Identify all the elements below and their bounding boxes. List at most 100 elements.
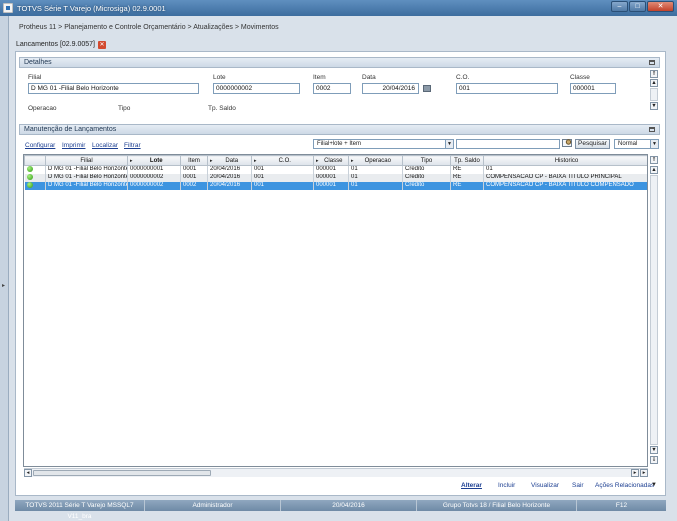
cell-historico[interactable]: 01 [483,165,647,174]
sort-arrow-icon: ▸ [316,157,319,164]
detalhes-header[interactable]: Detalhes [19,57,660,68]
details-scroll-track[interactable] [650,88,658,101]
cell-item[interactable]: 0002 [180,181,208,190]
col-lote[interactable]: ▸ Lote [127,155,181,166]
cell-tipo[interactable]: Credito [402,165,451,174]
cell-tipo[interactable]: Credito [402,173,451,182]
hscroll-thumb[interactable] [33,470,211,476]
minimize-button[interactable]: – [611,1,628,12]
cell-data[interactable]: 20/04/2016 [207,165,252,174]
grid-scroll-bottom-button[interactable]: ⇓ [650,456,658,464]
col-tp-saldo[interactable]: Tp. Saldo [450,155,484,166]
cell-lote[interactable]: 0000000001 [127,165,181,174]
col-status[interactable] [24,155,46,166]
lote-field[interactable]: 0000000002 [213,83,300,94]
scroll-up-button[interactable]: ▲ [650,79,658,87]
cell-historico[interactable]: COMPENSACAO CP - BAIXA TITULO PRINCIPAL [483,173,647,182]
filtrar-link[interactable]: Filtrar [124,142,141,149]
cell-co[interactable]: 001 [251,181,314,190]
alterar-button[interactable]: Alterar [461,482,482,489]
manutencao-header[interactable]: Manutenção de Lançamentos [19,124,660,135]
cell-tp-saldo[interactable]: RE [450,181,484,190]
search-input[interactable] [456,139,560,149]
maximize-button[interactable]: □ [629,1,646,12]
item-field[interactable]: 0002 [313,83,351,94]
cell-tp-saldo[interactable]: RE [450,173,484,182]
cell-classe[interactable]: 000001 [313,173,349,182]
cell-classe[interactable]: 000001 [313,181,349,190]
cell-filial[interactable]: D MG 01 -Filial Belo Horizonte [45,181,128,190]
lancamentos-grid[interactable]: Filial ▸ Lote Item ▸ Data ▸ C.O. ▸ Classe ▸ O… [23,154,648,467]
cell-tp-saldo[interactable]: RE [450,165,484,174]
collapse-icon[interactable] [649,60,655,65]
visualizar-button[interactable]: Visualizar [531,482,559,489]
chevron-down-icon[interactable]: ▼ [650,140,658,148]
cell-co[interactable]: 001 [251,173,314,182]
imprimir-link[interactable]: Imprimir [62,142,85,149]
incluir-button[interactable]: Incluir [498,482,515,489]
close-window-button[interactable]: ✕ [647,1,674,12]
grid-vscroll-track[interactable] [650,175,658,445]
col-classe[interactable]: ▸ Classe [313,155,349,166]
acoes-dropdown-icon[interactable]: ▼ [651,482,657,488]
cell-filial[interactable]: D MG 01 -Filial Belo Horizonte [45,165,128,174]
classe-field[interactable]: 000001 [570,83,616,94]
col-filial[interactable]: Filial [45,155,128,166]
cell-lote[interactable]: 0000000002 [127,173,181,182]
col-co[interactable]: ▸ C.O. [251,155,314,166]
scroll-left-button[interactable]: ◂ [24,469,32,477]
table-row-selected[interactable]: D MG 01 -Filial Belo Horizonte 000000000… [24,181,647,190]
configurar-link[interactable]: Configurar [25,142,55,149]
grid-scroll-down-button[interactable]: ▼ [650,446,658,454]
index-select[interactable]: Filial+lote + Item ▼ [313,139,454,149]
co-field[interactable]: 001 [456,83,558,94]
col-item[interactable]: Item [180,155,208,166]
grid-scroll-up-button[interactable]: ▲ [650,166,658,174]
cell-data[interactable]: 20/04/2016 [207,181,252,190]
tab-close-icon[interactable]: ✕ [98,40,107,49]
collapse-icon[interactable] [649,127,655,132]
cell-historico[interactable]: COMPENSACAO CP - BAIXA TITULO COMPENSADO [483,181,647,190]
label-tp-saldo: Tp. Saldo [208,105,236,112]
calendar-icon[interactable] [423,85,431,92]
status-bar: TOTVS 2011 Série T Varejo MSSQL7 V11_bra… [15,500,666,520]
sair-button[interactable]: Sair [572,482,584,489]
filial-field[interactable]: D MG 01 -Filial Belo Horizonte [28,83,199,94]
localizar-link[interactable]: Localizar [92,142,118,149]
sort-arrow-icon: ▸ [254,157,257,164]
cell-operacao[interactable]: 01 [348,181,403,190]
cell-tipo[interactable]: Credito [402,181,451,190]
scroll-down-button[interactable]: ▼ [650,102,658,110]
cell-operacao[interactable]: 01 [348,173,403,182]
manutencao-title: Manutenção de Lançamentos [24,126,117,133]
grid-scroll-top-button[interactable]: ⇑ [650,156,658,164]
data-field[interactable]: 20/04/2016 [362,83,419,94]
table-row[interactable]: D MG 01 -Filial Belo Horizonte 000000000… [24,165,647,174]
chevron-down-icon[interactable]: ▼ [445,140,453,148]
cell-data[interactable]: 20/04/2016 [207,173,252,182]
search-options-icon[interactable] [562,138,573,148]
col-tipo[interactable]: Tipo [402,155,451,166]
label-operacao: Operacao [28,105,57,112]
cell-item[interactable]: 0001 [180,165,208,174]
cell-classe[interactable]: 000001 [313,165,349,174]
tab-strip: Lancamentos [02.9.0057] ✕ [15,37,665,51]
grid-hscroll[interactable] [24,468,648,477]
side-panel-toggle[interactable]: ▸ [0,16,9,521]
col-historico[interactable]: Historico [483,155,647,166]
table-row[interactable]: D MG 01 -Filial Belo Horizonte 000000000… [24,173,647,182]
cell-filial[interactable]: D MG 01 -Filial Belo Horizonte [45,173,128,182]
col-operacao[interactable]: ▸ Operacao [348,155,403,166]
scroll-top-button[interactable]: ⇑ [650,70,658,78]
scroll-right-button[interactable]: ▸ [631,469,639,477]
pesquisar-button[interactable]: Pesquisar [575,139,610,149]
scroll-end-button[interactable]: ▸ [640,469,648,477]
cell-co[interactable]: 001 [251,165,314,174]
cell-item[interactable]: 0001 [180,173,208,182]
acoes-relacionadas-button[interactable]: Ações Relacionadas [595,482,654,489]
mode-select[interactable]: Normal ▼ [614,139,659,149]
cell-lote[interactable]: 0000000002 [127,181,181,190]
col-data[interactable]: ▸ Data [207,155,252,166]
tab-lancamentos[interactable]: Lancamentos [02.9.0057] ✕ [16,39,107,50]
cell-operacao[interactable]: 01 [348,165,403,174]
